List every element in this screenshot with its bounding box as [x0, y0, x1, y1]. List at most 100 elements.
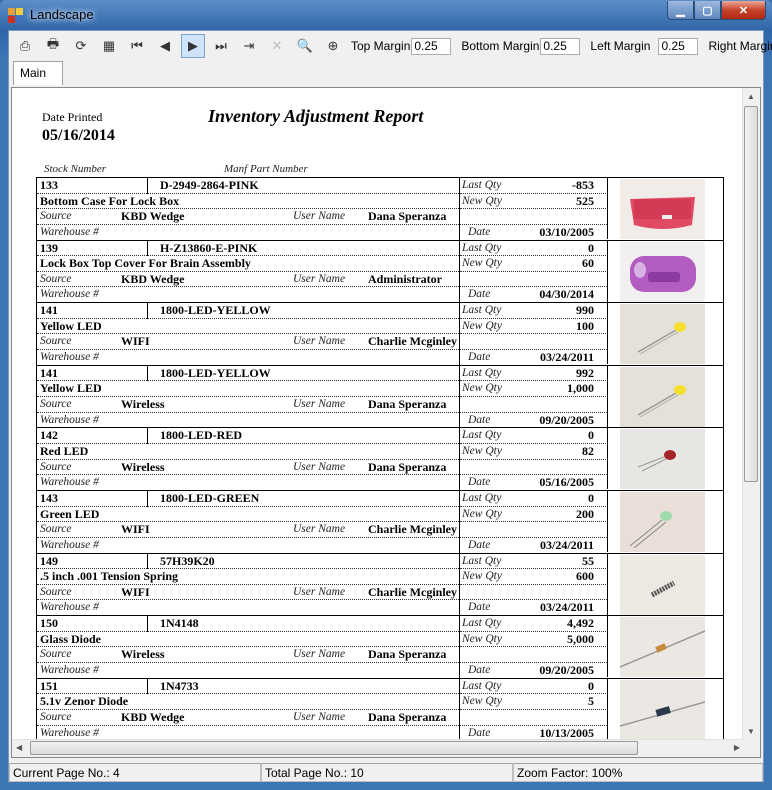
group-tree-button[interactable]: ▦ — [97, 34, 121, 58]
source-label: Source — [40, 460, 72, 473]
date-label: Date — [468, 601, 491, 614]
source-label: Source — [40, 397, 72, 410]
scroll-up-icon[interactable]: ▲ — [747, 92, 755, 101]
item-photo — [620, 554, 705, 615]
print-button[interactable]: 🖶 — [41, 34, 65, 58]
find-button[interactable]: 🔍 — [293, 34, 317, 58]
manf-part-number-header: Manf Part Number — [224, 163, 308, 175]
previous-page-button[interactable]: ◀ — [153, 34, 177, 58]
new-qty-label: New Qty — [462, 257, 502, 270]
total-pages-status: Total Page No.: 10 — [261, 763, 513, 782]
user-name-label: User Name — [293, 585, 346, 598]
date-label: Date — [468, 476, 491, 489]
last-qty-label: Last Qty — [462, 617, 502, 630]
source-label: Source — [40, 585, 72, 598]
manf-part-number: D-2949-2864-PINK — [160, 178, 259, 192]
title-bar[interactable]: Landscape ▁ ▢ ✕ — [0, 0, 772, 30]
image-cell — [607, 616, 724, 678]
vertical-scrollbar[interactable]: ▲ ▼ — [742, 88, 760, 740]
date-label: Date — [468, 413, 491, 426]
source-value: Wireless — [121, 459, 165, 474]
maximize-button[interactable]: ▢ — [694, 1, 721, 20]
source-label: Source — [40, 335, 72, 348]
new-qty-label: New Qty — [462, 507, 502, 520]
minimize-button[interactable]: ▁ — [667, 1, 694, 20]
table-row: 149 57H39K20.5 inch .001 Tension Spring So… — [36, 552, 724, 616]
stock-line: 141 1800-LED-YELLOW — [37, 365, 459, 382]
report-page: Date Printed 05/16/2014 Inventory Adjust… — [12, 88, 744, 740]
close-icon: ✕ — [738, 4, 749, 17]
manf-part-number: H-Z13860-E-PINK — [160, 240, 258, 255]
bottom-margin-input[interactable] — [540, 37, 581, 55]
left-margin-label: Left Margin — [590, 39, 651, 53]
new-qty-value: 82 — [582, 443, 594, 458]
table-row: 142 1800-LED-RED Red LED Source Wireless User… — [36, 427, 724, 491]
find-icon: 🔍 — [296, 38, 314, 53]
zoom-factor-status: Zoom Factor: 100% — [513, 763, 763, 782]
first-page-button[interactable]: ⏮ — [125, 34, 149, 58]
user-name-label: User Name — [293, 460, 346, 473]
image-cell — [607, 365, 724, 427]
scrollbar-corner — [743, 740, 760, 757]
zoom-button[interactable]: ⊕ — [321, 34, 345, 58]
date-value: 03/24/2011 — [539, 349, 594, 364]
quantity-box: Last Qty 55 New Qty 600 Date 03/24/2011 — [459, 553, 608, 616]
stock-line: 133 D-2949-2864-PINK — [37, 178, 459, 194]
user-name-value: Charlie Mcginley — [368, 334, 457, 349]
last-page-button[interactable]: ⏭ — [209, 34, 233, 58]
description-line: Yellow LED — [37, 319, 459, 335]
new-qty-label: New Qty — [462, 632, 502, 645]
item-description: Glass Diode — [40, 631, 102, 646]
warehouse-line: Warehouse # — [37, 600, 459, 616]
source-label: Source — [40, 523, 72, 536]
description-line: Glass Diode — [37, 632, 459, 648]
export-button[interactable]: ⎙ — [13, 34, 37, 58]
source-label: Source — [40, 272, 72, 285]
date-printed-label: Date Printed — [42, 110, 103, 124]
refresh-button[interactable]: ⟳ — [69, 34, 93, 58]
new-qty-value: 60 — [582, 256, 594, 271]
image-cell — [607, 428, 724, 490]
user-name-value: Administrator — [368, 271, 442, 286]
tab-main-report[interactable]: Main Report — [13, 61, 64, 102]
report-title: Inventory Adjustment Report — [208, 106, 424, 126]
quantity-box: Last Qty 0 New Qty 200 Date 03/24/2011 — [459, 490, 608, 553]
description-line: Green LED — [37, 507, 459, 523]
go-to-page-button[interactable]: ⇥ — [237, 34, 261, 58]
user-name-value: Dana Speranza — [368, 459, 447, 474]
item-photo — [620, 617, 705, 678]
stock-number: 133 — [40, 178, 58, 192]
top-margin-input[interactable] — [411, 37, 452, 55]
user-name-label: User Name — [293, 397, 346, 410]
horizontal-scrollbar[interactable]: ◀ ▶ — [12, 739, 744, 757]
image-cell — [607, 553, 724, 615]
left-margin-input[interactable] — [658, 37, 699, 55]
scroll-right-icon[interactable]: ▶ — [734, 743, 740, 752]
last-qty-value: 0 — [588, 490, 594, 505]
window-title: Landscape — [30, 7, 94, 22]
stock-number: 141 — [40, 303, 58, 318]
current-page-status: Current Page No.: 4 — [9, 763, 261, 782]
item-photo — [620, 366, 705, 427]
zoom-icon: ⊕ — [327, 38, 339, 53]
horizontal-scroll-thumb[interactable] — [30, 741, 638, 755]
warehouse-label: Warehouse # — [40, 225, 99, 238]
date-value: 09/20/2005 — [539, 412, 594, 427]
vertical-scroll-thumb[interactable] — [744, 106, 758, 482]
scroll-left-icon[interactable]: ◀ — [16, 743, 22, 752]
close-button[interactable]: ✕ — [721, 1, 766, 20]
date-label: Date — [468, 288, 491, 301]
stop-button[interactable]: ✕ — [265, 34, 289, 58]
warehouse-line: Warehouse # — [37, 287, 459, 303]
user-name-label: User Name — [293, 272, 346, 285]
new-qty-label: New Qty — [462, 695, 502, 708]
warehouse-label: Warehouse # — [40, 726, 99, 739]
date-label: Date — [468, 726, 491, 739]
last-qty-label: Last Qty — [462, 179, 502, 191]
table-row: 133 D-2949-2864-PINK Bottom Case For Lock … — [36, 177, 724, 240]
next-page-button[interactable]: ▶ — [181, 34, 205, 58]
print-icon: 🖶 — [46, 36, 60, 51]
item-description: Yellow LED — [40, 381, 102, 396]
stock-number-header: Stock Number — [44, 163, 107, 175]
scroll-down-icon[interactable]: ▼ — [747, 727, 755, 736]
